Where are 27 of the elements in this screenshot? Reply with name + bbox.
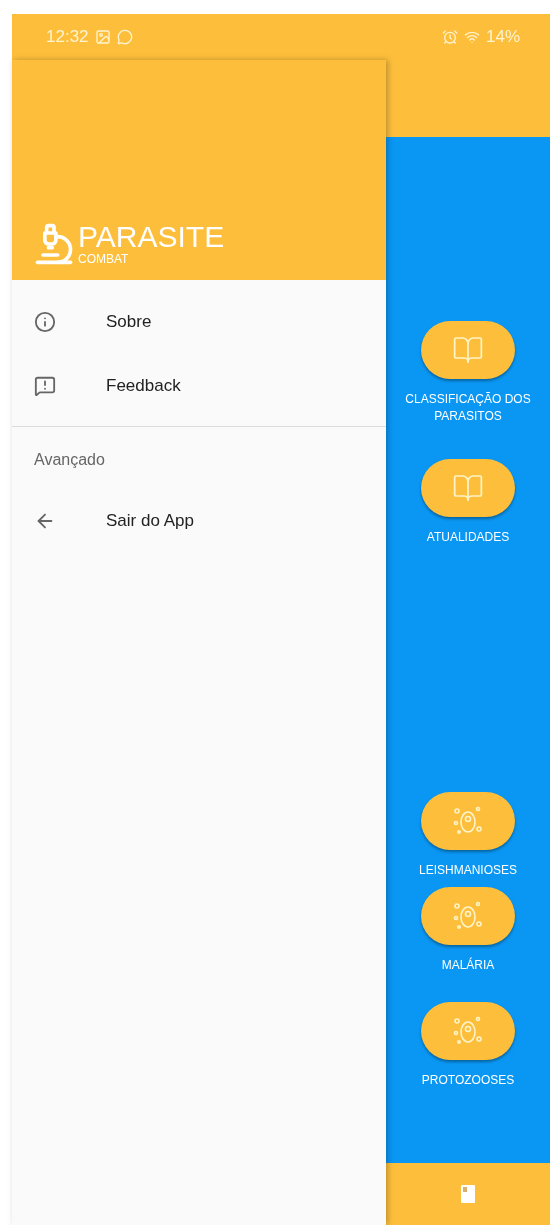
logo-subtitle: COMBAT [78, 252, 130, 266]
alarm-icon [441, 29, 458, 45]
feedback-icon [34, 375, 56, 397]
section-title: Avançado [33, 450, 106, 470]
battery-text: 14% [485, 27, 520, 47]
button-label: CLASSIFICAÇÃO DOS PARASITOS [404, 391, 532, 425]
image-icon [94, 29, 111, 45]
wifi-icon [463, 29, 480, 45]
drawer-item[interactable]: Feedback [12, 354, 386, 418]
button-label: MALÁRIA [440, 957, 496, 974]
chat-icon [116, 29, 133, 45]
book-icon [452, 334, 484, 366]
menu-button[interactable] [421, 792, 515, 850]
menu-button[interactable] [421, 887, 515, 945]
drawer-item[interactable]: Sair do App [12, 489, 386, 553]
info-icon [34, 311, 56, 333]
menu-button[interactable] [421, 321, 515, 379]
button-label: ATUALIDADES [425, 529, 511, 546]
menu-button[interactable] [421, 1002, 515, 1060]
button-label: PROTOZOOSES [420, 1072, 516, 1089]
button-label: LEISHMANIOSES [418, 862, 518, 879]
status-time: 12:32 [46, 27, 89, 47]
logo-title: PARASITE [78, 222, 225, 252]
document-icon [461, 1185, 475, 1203]
drawer-item[interactable]: Sobre [12, 290, 386, 354]
menu-button[interactable] [421, 459, 515, 517]
book-icon [452, 472, 484, 504]
